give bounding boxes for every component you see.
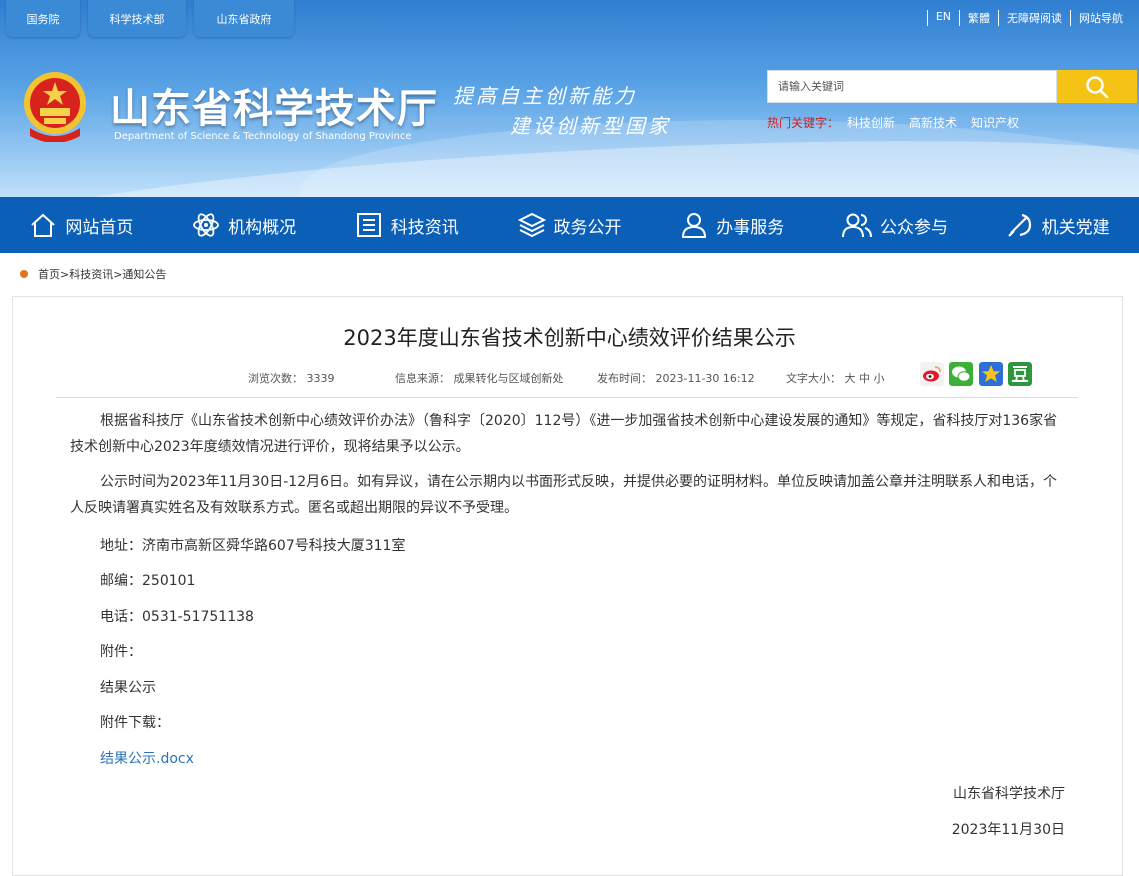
font-size-control[interactable]: 文字大小： 大 中 小 <box>786 370 885 386</box>
atom-icon <box>193 213 219 237</box>
top-tab-state-council[interactable]: 国务院 <box>6 0 80 37</box>
nav-label: 公众参与 <box>879 217 948 238</box>
attachment-name: 结果公示 <box>100 680 156 696</box>
slogan-line-1: 提高自主创新能力 <box>453 84 637 108</box>
nav-item-services[interactable]: 办事服务 <box>651 197 814 253</box>
weibo-icon[interactable] <box>920 362 944 386</box>
accessibility-link[interactable]: 无障碍阅读 <box>998 10 1070 26</box>
nav-label: 机关党建 <box>1041 217 1110 238</box>
main-navigation: 网站首页 机构概况 科技资讯 政务公开 办事服务 公众参与 机关党建 <box>0 197 1139 253</box>
site-header: 国务院 科学技术部 山东省政府 EN 繁體 无障碍阅读 网站导航 山东省科学技术… <box>0 0 1139 197</box>
home-icon <box>31 213 56 237</box>
douban-icon[interactable] <box>1008 362 1032 386</box>
nav-label: 科技资讯 <box>390 217 459 238</box>
people-icon <box>841 213 872 238</box>
layers-icon <box>517 212 546 238</box>
divider <box>56 397 1078 398</box>
hot-keywords: 热门关键字： 科技创新 高新技术 知识产权 <box>767 114 1033 131</box>
article-paragraph-2: 公示时间为2023年11月30日-12月6日。如有异议，请在公示期内以书面形式反… <box>70 474 1058 516</box>
contact-phone: 电话：0531-51751138 <box>100 609 254 625</box>
signature: 山东省科学技术厅 <box>953 786 1065 802</box>
nav-item-home[interactable]: 网站首页 <box>0 197 163 253</box>
nav-item-public-participation[interactable]: 公众参与 <box>814 197 977 253</box>
article-paragraph-1: 根据省科技厅《山东省技术创新中心绩效评价办法》（鲁科字〔2020〕112号）《进… <box>70 413 1058 455</box>
contact-postcode: 邮编：250101 <box>100 573 196 589</box>
wechat-icon[interactable] <box>949 362 973 386</box>
location-dot-icon <box>20 270 28 278</box>
view-count: 浏览次数： 3339 <box>248 372 335 385</box>
nav-item-organization[interactable]: 机构概况 <box>163 197 326 253</box>
breadcrumb: 首页>科技资讯>通知公告 <box>20 266 166 282</box>
hot-keywords-label: 热门关键字： <box>767 116 840 130</box>
article-title: 2023年度山东省技术创新中心绩效评价结果公示 <box>343 326 796 350</box>
top-tab-most[interactable]: 科学技术部 <box>88 0 186 37</box>
search-input[interactable]: 请输入关键词 <box>767 70 1057 103</box>
signature-date: 2023年11月30日 <box>951 822 1065 838</box>
nav-item-news[interactable]: 科技资讯 <box>325 197 488 253</box>
contact-address: 地址：济南市高新区舜华路607号科技大厦311室 <box>100 538 406 554</box>
site-subtitle: Department of Science & Technology of Sh… <box>114 131 412 142</box>
info-source: 信息来源： 成果转化与区域创新处 <box>395 372 564 385</box>
nav-label: 政务公开 <box>553 217 622 238</box>
slogan-line-2: 建设创新型国家 <box>510 114 671 138</box>
site-title[interactable]: 山东省科学技术厅 <box>110 76 438 134</box>
traditional-chinese-link[interactable]: 繁體 <box>959 10 998 26</box>
nav-item-government-affairs[interactable]: 政务公开 <box>488 197 651 253</box>
hot-keyword[interactable]: 高新技术 <box>909 114 957 131</box>
qzone-icon[interactable] <box>979 362 1003 386</box>
top-tab-provincial-gov[interactable]: 山东省政府 <box>194 0 294 37</box>
nav-label: 机构概况 <box>228 217 297 238</box>
search-button[interactable] <box>1057 70 1137 103</box>
nav-item-party-building[interactable]: 机关党建 <box>976 197 1139 253</box>
top-links: EN 繁體 无障碍阅读 网站导航 <box>926 10 1131 26</box>
nav-label: 网站首页 <box>65 217 134 238</box>
site-map-link[interactable]: 网站导航 <box>1070 10 1131 26</box>
download-label: 附件下载： <box>100 715 170 731</box>
user-icon <box>682 213 707 238</box>
attachment-download-link[interactable]: 结果公示.docx <box>100 748 194 768</box>
national-emblem-icon <box>24 72 86 142</box>
search-icon <box>1086 75 1109 98</box>
party-icon <box>1007 213 1031 237</box>
attachment-label: 附件： <box>100 644 142 660</box>
breadcrumb-text[interactable]: 首页>科技资讯>通知公告 <box>38 266 166 282</box>
english-link[interactable]: EN <box>926 10 959 26</box>
hot-keyword[interactable]: 知识产权 <box>971 114 1019 131</box>
publish-time: 发布时间： 2023-11-30 16:12 <box>597 372 755 385</box>
nav-label: 办事服务 <box>716 217 785 238</box>
news-icon <box>356 213 381 237</box>
hot-keyword[interactable]: 科技创新 <box>847 114 895 131</box>
